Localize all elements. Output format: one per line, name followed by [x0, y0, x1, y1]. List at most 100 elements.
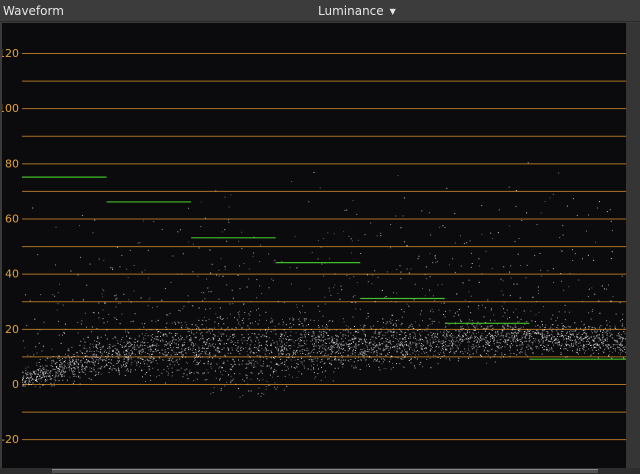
trace-point: [418, 255, 420, 257]
trace-point: [443, 345, 444, 346]
trace-point: [109, 368, 110, 369]
trace-point: [580, 339, 582, 341]
trace-point: [28, 380, 30, 382]
trace-point: [493, 356, 495, 357]
trace-point: [84, 368, 86, 370]
trace-point: [136, 344, 138, 346]
trace-point: [33, 379, 35, 381]
trace-point: [610, 258, 612, 260]
trace-point: [268, 253, 270, 255]
trace-point: [481, 325, 483, 327]
trace-point: [200, 338, 202, 340]
trace-point: [599, 312, 601, 314]
trace-point: [165, 351, 167, 353]
trace-point: [292, 376, 293, 378]
trace-point: [268, 287, 270, 289]
trace-point: [622, 337, 624, 338]
trace-point: [335, 334, 337, 336]
trace-point: [525, 334, 527, 336]
trace-point: [236, 319, 238, 321]
trace-point: [459, 319, 461, 321]
trace-point: [151, 329, 153, 331]
trace-point: [425, 348, 427, 350]
trace-point: [320, 247, 322, 248]
trace-point: [60, 342, 62, 344]
trace-point: [97, 373, 99, 375]
trace-point: [123, 346, 125, 348]
trace-point: [227, 375, 229, 376]
trace-point: [616, 328, 618, 330]
trace-point: [432, 262, 434, 264]
trace-point: [516, 335, 518, 337]
horizontal-scrollbar[interactable]: [0, 468, 640, 474]
trace-point: [508, 186, 510, 188]
trace-point: [497, 332, 499, 334]
trace-point: [537, 340, 539, 342]
trace-point: [524, 340, 526, 342]
trace-point: [572, 333, 574, 335]
trace-point: [218, 347, 220, 349]
trace-point: [609, 350, 611, 352]
trace-point: [277, 375, 279, 377]
scrollbar-thumb[interactable]: [52, 469, 598, 473]
trace-point: [248, 338, 250, 340]
mode-label: Luminance: [318, 4, 384, 18]
trace-point: [204, 372, 205, 374]
trace-point: [430, 345, 432, 347]
trace-point: [602, 338, 604, 340]
trace-point: [580, 345, 582, 347]
chevron-down-icon[interactable]: ▼: [390, 5, 396, 19]
trace-point: [52, 359, 54, 361]
trace-point: [296, 366, 298, 368]
trace-point: [481, 333, 483, 334]
trace-point: [430, 332, 432, 334]
trace-point: [221, 319, 223, 320]
trace-point: [330, 346, 332, 348]
trace-point: [210, 339, 212, 341]
trace-point: [182, 355, 184, 357]
trace-point: [570, 345, 572, 347]
trace-point: [561, 280, 563, 282]
trace-point: [323, 335, 325, 337]
trace-point: [360, 348, 362, 350]
trace-point: [575, 341, 577, 343]
trace-point: [134, 342, 136, 343]
trace-point: [443, 333, 445, 335]
trace-point: [112, 268, 113, 270]
trace-point: [334, 367, 336, 369]
trace-point: [319, 361, 321, 363]
trace-point: [215, 343, 216, 345]
trace-point: [155, 350, 157, 352]
mode-dropdown[interactable]: Luminance ▼: [318, 4, 396, 19]
trace-point: [350, 252, 352, 254]
panel-right-edge: [626, 23, 640, 468]
trace-point: [620, 349, 622, 351]
trace-point: [327, 348, 329, 350]
trace-point: [290, 326, 292, 328]
trace-point: [583, 324, 585, 326]
trace-point: [25, 294, 26, 296]
trace-point: [435, 262, 437, 264]
trace-point: [609, 209, 611, 211]
trace-point: [208, 330, 210, 332]
trace-point: [98, 358, 100, 359]
trace-point: [34, 371, 36, 373]
trace-point: [118, 370, 120, 372]
trace-point: [213, 346, 215, 348]
trace-point: [446, 345, 448, 347]
trace-point: [300, 312, 302, 314]
trace-point: [439, 341, 441, 343]
trace-point: [30, 373, 31, 375]
trace-point: [606, 333, 608, 335]
trace-point: [71, 369, 72, 371]
trace-point: [541, 321, 543, 323]
trace-point: [80, 256, 81, 258]
trace-point: [131, 344, 133, 346]
trace-point: [226, 382, 228, 383]
trace-point: [191, 342, 193, 343]
trace-point: [563, 345, 565, 347]
trace-point: [299, 345, 300, 347]
trace-point: [214, 349, 216, 351]
trace-point: [370, 341, 372, 343]
trace-point: [238, 240, 240, 242]
